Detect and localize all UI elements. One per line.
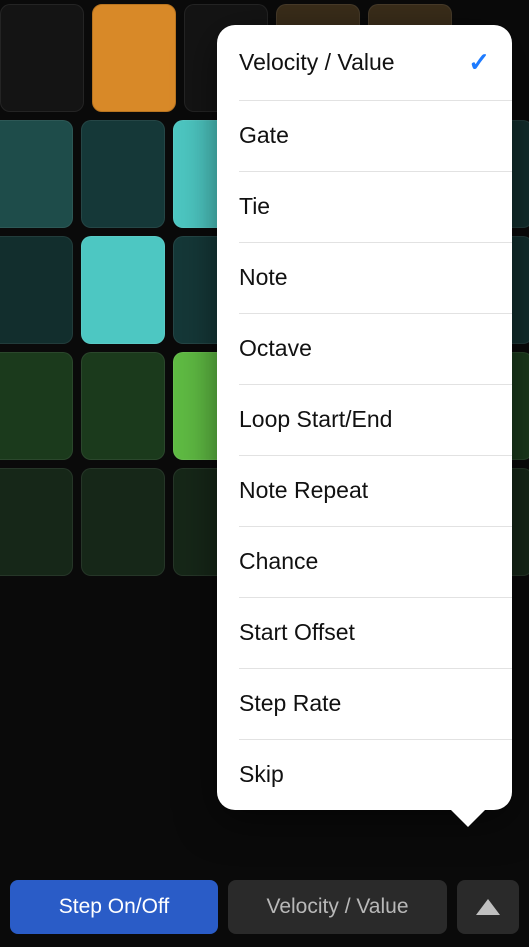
menu-item-label: Chance <box>239 548 318 575</box>
menu-item-label: Gate <box>239 122 289 149</box>
menu-item-label: Note <box>239 264 288 291</box>
edit-mode-popover: Velocity / Value ✓ Gate Tie Note Octave … <box>217 25 512 810</box>
menu-item-octave[interactable]: Octave <box>217 313 512 384</box>
menu-item-label: Step Rate <box>239 690 341 717</box>
menu-item-step-rate[interactable]: Step Rate <box>217 668 512 739</box>
pad[interactable] <box>81 120 165 228</box>
menu-item-velocity-value[interactable]: Velocity / Value ✓ <box>217 25 512 100</box>
step-on-off-button[interactable]: Step On/Off <box>10 880 218 934</box>
pad[interactable] <box>81 236 165 344</box>
menu-item-note-repeat[interactable]: Note Repeat <box>217 455 512 526</box>
menu-item-label: Skip <box>239 761 284 788</box>
edit-mode-button[interactable]: Velocity / Value <box>228 880 447 934</box>
pad[interactable] <box>92 4 176 112</box>
pad[interactable] <box>0 468 73 576</box>
menu-item-chance[interactable]: Chance <box>217 526 512 597</box>
menu-item-label: Octave <box>239 335 312 362</box>
pad[interactable] <box>0 4 84 112</box>
checkmark-icon: ✓ <box>468 47 490 78</box>
menu-item-start-offset[interactable]: Start Offset <box>217 597 512 668</box>
menu-item-label: Tie <box>239 193 270 220</box>
pad[interactable] <box>81 352 165 460</box>
menu-item-tie[interactable]: Tie <box>217 171 512 242</box>
edit-mode-menu-button[interactable] <box>457 880 519 934</box>
button-label: Velocity / Value <box>266 895 408 919</box>
menu-item-label: Loop Start/End <box>239 406 392 433</box>
menu-item-label: Velocity / Value <box>239 49 395 76</box>
pad[interactable] <box>0 120 73 228</box>
bottom-toolbar: Step On/Off Velocity / Value <box>0 869 529 947</box>
menu-item-skip[interactable]: Skip <box>217 739 512 810</box>
triangle-up-icon <box>476 899 500 915</box>
menu-item-note[interactable]: Note <box>217 242 512 313</box>
menu-item-loop-start-end[interactable]: Loop Start/End <box>217 384 512 455</box>
pad[interactable] <box>81 468 165 576</box>
menu-item-label: Note Repeat <box>239 477 368 504</box>
menu-item-gate[interactable]: Gate <box>217 100 512 171</box>
pad[interactable] <box>0 352 73 460</box>
menu-item-label: Start Offset <box>239 619 355 646</box>
button-label: Step On/Off <box>59 895 170 919</box>
pad[interactable] <box>0 236 73 344</box>
